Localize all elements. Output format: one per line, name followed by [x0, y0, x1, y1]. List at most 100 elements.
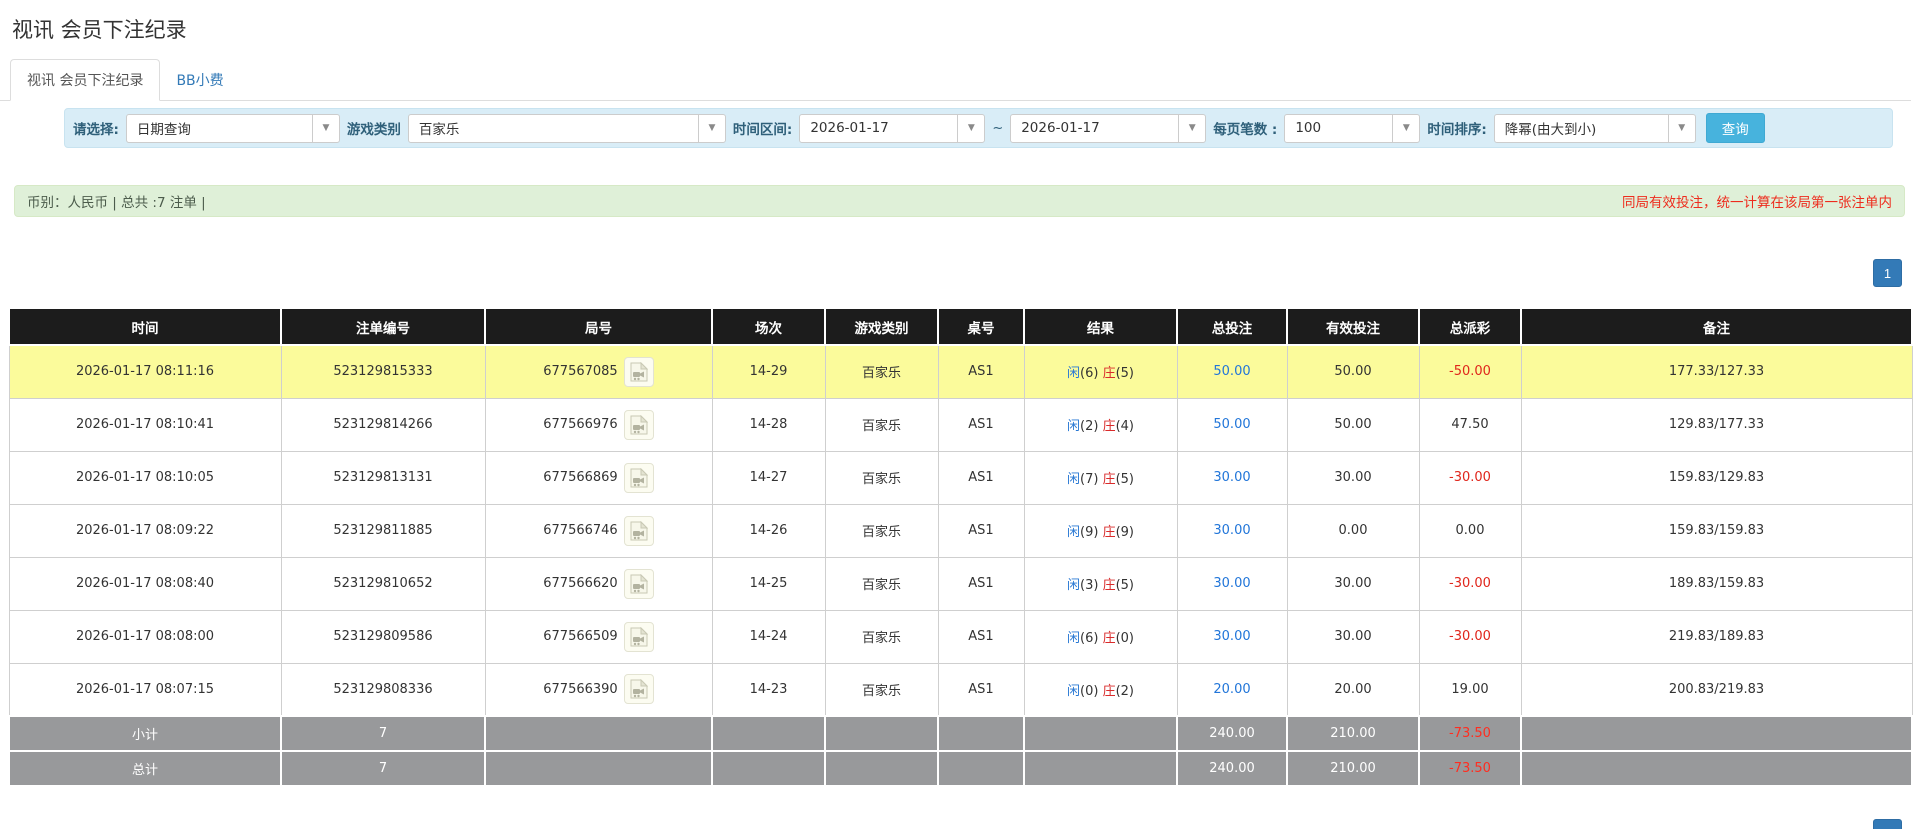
- footer-valid-bet: 210.00: [1286, 715, 1420, 752]
- cell-time: 2026-01-17 08:08:00: [8, 609, 282, 664]
- betting-records-table-wrap: 时间 注单编号 局号 场次 游戏类别 桌号 结果 总投注 有效投注 总派彩 备注 2026-01-1…: [8, 307, 1913, 787]
- cell-payout: -30.00: [1418, 556, 1522, 611]
- total-bet-link[interactable]: 30.00: [1213, 576, 1250, 591]
- footer-count: 7: [280, 715, 486, 752]
- cell-round-no: 677566746: [484, 503, 713, 558]
- video-replay-button[interactable]: [623, 409, 654, 440]
- chevron-down-icon: ▼: [311, 114, 339, 142]
- video-replay-button[interactable]: [623, 462, 654, 493]
- video-replay-button[interactable]: [623, 356, 654, 387]
- chevron-down-icon: ▼: [957, 114, 984, 142]
- column-header-5: 桌号: [937, 307, 1025, 346]
- total-bet-link[interactable]: 50.00: [1213, 417, 1250, 432]
- banker-label: 庄: [1102, 525, 1116, 540]
- player-label: 闲: [1067, 419, 1081, 434]
- footer-remark: [1520, 750, 1913, 787]
- page-size-label: 每页笔数 :: [1213, 122, 1278, 138]
- cell-table-no: AS1: [937, 662, 1025, 717]
- cell-result: 闲(6) 庄(5): [1023, 344, 1178, 399]
- cell-table-no: AS1: [937, 344, 1025, 399]
- total-bet-link[interactable]: 50.00: [1213, 364, 1250, 379]
- cell-result: 闲(9) 庄(9): [1023, 503, 1178, 558]
- column-header-3: 场次: [711, 307, 826, 346]
- column-header-6: 结果: [1023, 307, 1178, 346]
- footer-payout: -73.50: [1418, 715, 1522, 752]
- time-sort-select[interactable]: 降幂(由大到小) ▼: [1493, 113, 1696, 143]
- cell-result: 闲(3) 庄(5): [1023, 556, 1178, 611]
- pagination-page-1[interactable]: 1: [1873, 259, 1902, 287]
- tab-betting-records[interactable]: 视讯 会员下注纪录: [10, 59, 161, 101]
- footer-count: 7: [280, 750, 486, 787]
- cell-game-type: 百家乐: [824, 662, 939, 717]
- cell-session: 14-28: [711, 397, 826, 452]
- video-replay-button[interactable]: [623, 674, 654, 705]
- tab-bb-tips[interactable]: BB小费: [160, 60, 239, 100]
- banker-label: 庄: [1102, 366, 1116, 382]
- game-type-select[interactable]: 百家乐 ▼: [407, 113, 726, 143]
- cell-result: 闲(2) 庄(4): [1023, 397, 1178, 452]
- time-sort-label: 时间排序:: [1427, 122, 1487, 138]
- cell-payout: 0.00: [1418, 503, 1522, 558]
- cell-remark: 219.83/189.83: [1520, 609, 1913, 664]
- page-size-select[interactable]: 100 ▼: [1284, 113, 1421, 143]
- video-file-icon: [630, 467, 648, 487]
- cell-total-bet: 50.00: [1176, 397, 1288, 452]
- chevron-down-icon: ▼: [697, 114, 725, 142]
- footer-empty: [484, 750, 713, 787]
- cell-table-no: AS1: [937, 503, 1025, 558]
- player-label: 闲: [1067, 631, 1081, 646]
- cell-payout: -30.00: [1418, 609, 1522, 664]
- banker-label: 庄: [1102, 631, 1116, 646]
- query-button[interactable]: 查询: [1705, 113, 1765, 143]
- video-replay-button[interactable]: [623, 568, 654, 599]
- footer-total-bet: 240.00: [1176, 750, 1288, 787]
- cell-session: 14-26: [711, 503, 826, 558]
- banker-label: 庄: [1102, 472, 1116, 487]
- round-number: 677566746: [543, 523, 618, 538]
- cell-game-type: 百家乐: [824, 450, 939, 505]
- footer-empty: [711, 715, 826, 752]
- footer-empty: [824, 750, 939, 787]
- total-bet-link[interactable]: 30.00: [1213, 470, 1250, 485]
- cell-total-bet: 50.00: [1176, 344, 1288, 399]
- date-range-separator: ~: [992, 120, 1004, 136]
- total-bet-link[interactable]: 20.00: [1213, 682, 1250, 697]
- pagination-page-1[interactable]: 1: [1873, 819, 1902, 829]
- cell-round-no: 677566620: [484, 556, 713, 611]
- cell-bet-no: 523129813131: [280, 450, 486, 505]
- banker-label: 庄: [1102, 419, 1116, 434]
- table-row: 2026-01-17 08:10:41 523129814266 677566976…: [8, 397, 1913, 452]
- cell-bet-no: 523129808336: [280, 662, 486, 717]
- cell-remark: 159.83/159.83: [1520, 503, 1913, 558]
- video-replay-button[interactable]: [623, 515, 654, 546]
- cell-session: 14-24: [711, 609, 826, 664]
- player-label: 闲: [1067, 525, 1081, 540]
- cell-round-no: 677567085: [484, 344, 713, 399]
- video-file-icon: [630, 520, 648, 540]
- video-file-icon: [630, 626, 648, 646]
- footer-empty: [937, 750, 1025, 787]
- cell-game-type: 百家乐: [824, 503, 939, 558]
- footer-empty: [937, 715, 1025, 752]
- chevron-down-icon: ▼: [1392, 114, 1419, 142]
- cell-result: 闲(0) 庄(2): [1023, 662, 1178, 717]
- date-to-select[interactable]: 2026-01-17 ▼: [1010, 113, 1207, 143]
- query-type-select[interactable]: 日期查询 ▼: [125, 113, 340, 143]
- cell-bet-no: 523129810652: [280, 556, 486, 611]
- table-row: 2026-01-17 08:09:22 523129811885 677566746…: [8, 503, 1913, 558]
- cell-valid-bet: 30.00: [1286, 450, 1420, 505]
- total-bet-link[interactable]: 30.00: [1213, 629, 1250, 644]
- banker-label: 庄: [1102, 578, 1116, 593]
- round-number: 677566509: [543, 629, 618, 644]
- chevron-down-icon: ▼: [1667, 114, 1695, 142]
- player-label: 闲: [1067, 366, 1081, 382]
- total-bet-link[interactable]: 30.00: [1213, 523, 1250, 538]
- cell-table-no: AS1: [937, 450, 1025, 505]
- cell-remark: 200.83/219.83: [1520, 662, 1913, 717]
- date-from-select[interactable]: 2026-01-17 ▼: [799, 113, 986, 143]
- video-file-icon: [630, 679, 648, 699]
- cell-total-bet: 30.00: [1176, 556, 1288, 611]
- video-replay-button[interactable]: [623, 621, 654, 652]
- footer-label: 总计: [8, 750, 282, 787]
- banker-label: 庄: [1102, 683, 1116, 699]
